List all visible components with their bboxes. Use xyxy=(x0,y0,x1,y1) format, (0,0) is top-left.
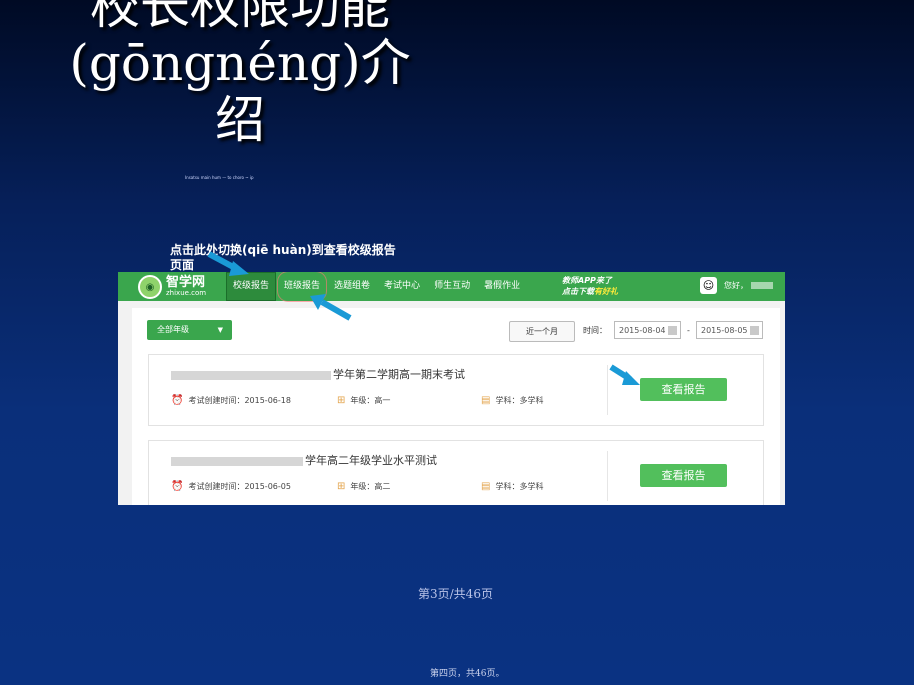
date-separator: - xyxy=(687,326,690,335)
promo-line2b: 有好礼 xyxy=(594,287,618,296)
view-report-button[interactable]: 查看报告 xyxy=(640,378,727,401)
date-to-value: 2015-08-05 xyxy=(701,326,748,335)
slide-title-line1: 校长权限功能 xyxy=(90,0,390,35)
user-menu[interactable]: ☺ 您好， xyxy=(700,277,773,294)
exam-card: 学年第二学期高一期末考试 ⏰ 考试创建时间：2015-06-18 ⊞ 年级：高一 ▤… xyxy=(148,354,764,426)
tiny-caption: Insatsu main hum — to choro ~ ip xyxy=(185,175,254,180)
exam-subject: ▤ 学科：多学科 xyxy=(481,395,544,406)
page-number: 第3页/共46页 xyxy=(418,587,493,601)
exam-created: ⏰ 考试创建时间：2015-06-05 xyxy=(171,481,291,492)
page-footer: 第四页，共46页。 xyxy=(430,669,505,679)
recent-month-button[interactable]: 近一个月 xyxy=(509,321,575,342)
clock-icon: ⏰ xyxy=(171,395,184,406)
exam-card: 学年高二年级学业水平测试 ⏰ 考试创建时间：2015-06-05 ⊞ 年级：高二 ▤… xyxy=(148,440,764,505)
logo-name: 智学网 xyxy=(166,275,206,290)
owl-logo-icon: ◉ xyxy=(138,275,162,299)
app-screenshot: ◉ 智学网 zhixue.com 校级报告 班级报告 选题组卷 考试中心 师生互… xyxy=(118,272,785,505)
calendar-icon[interactable] xyxy=(750,326,759,335)
book-icon: ▤ xyxy=(481,481,491,492)
arrow-to-view-report-icon xyxy=(609,364,640,385)
exam-subject: ▤ 学科：多学科 xyxy=(481,481,544,492)
exam-grade: ⊞ 年级：高一 xyxy=(337,395,391,406)
caret-down-icon: ▼ xyxy=(217,326,223,334)
grade-dropdown-label: 全部年级 xyxy=(157,325,189,334)
grid-icon: ⊞ xyxy=(337,395,346,406)
slide-title-line2: (gōngnéng)介 xyxy=(69,34,411,92)
blurred-school-name xyxy=(171,456,303,466)
calendar-icon[interactable] xyxy=(668,326,677,335)
clock-icon: ⏰ xyxy=(171,481,184,492)
exam-title: 学年高二年级学业水平测试 xyxy=(171,452,437,468)
promo-line2a: 点击下载 xyxy=(562,287,594,296)
nav-teacher-student[interactable]: 师生互动 xyxy=(428,272,476,301)
date-to-input[interactable]: 2015-08-05 xyxy=(696,321,763,339)
slide-title: 校长权限功能 (gōngnéng)介 绍 xyxy=(60,0,420,149)
time-label: 时间： xyxy=(583,326,607,335)
date-from-value: 2015-08-04 xyxy=(619,326,666,335)
exam-created: ⏰ 考试创建时间：2015-06-18 xyxy=(171,395,291,406)
slide-title-line3: 绍 xyxy=(215,91,265,149)
logo[interactable]: ◉ 智学网 zhixue.com xyxy=(138,275,206,299)
greeting: 您好， xyxy=(724,281,748,290)
arrow-to-class-report-icon xyxy=(310,294,352,321)
username-blurred xyxy=(751,282,773,289)
avatar-icon: ☺ xyxy=(700,277,717,294)
card-divider xyxy=(607,451,608,501)
blurred-school-name xyxy=(171,370,331,380)
promo-line1: 教师APP来了 xyxy=(562,276,612,285)
nav-summer-homework[interactable]: 暑假作业 xyxy=(478,272,526,301)
book-icon: ▤ xyxy=(481,395,491,406)
date-from-input[interactable]: 2015-08-04 xyxy=(614,321,681,339)
teacher-app-promo[interactable]: 教师APP来了 点击下载有好礼 xyxy=(562,275,652,298)
arrow-to-school-report-icon xyxy=(207,251,249,276)
exam-title: 学年第二学期高一期末考试 xyxy=(171,366,465,382)
grid-icon: ⊞ xyxy=(337,481,346,492)
logo-sub: zhixue.com xyxy=(166,289,207,297)
report-panel: 全部年级 ▼ 近一个月 时间： 2015-08-04 - 2015-08-05 … xyxy=(132,308,780,505)
view-report-button[interactable]: 查看报告 xyxy=(640,464,727,487)
grade-dropdown[interactable]: 全部年级 ▼ xyxy=(147,320,232,340)
main-nav: 校级报告 班级报告 选题组卷 考试中心 师生互动 暑假作业 xyxy=(226,272,528,301)
nav-exam-center[interactable]: 考试中心 xyxy=(378,272,426,301)
exam-grade: ⊞ 年级：高二 xyxy=(337,481,391,492)
